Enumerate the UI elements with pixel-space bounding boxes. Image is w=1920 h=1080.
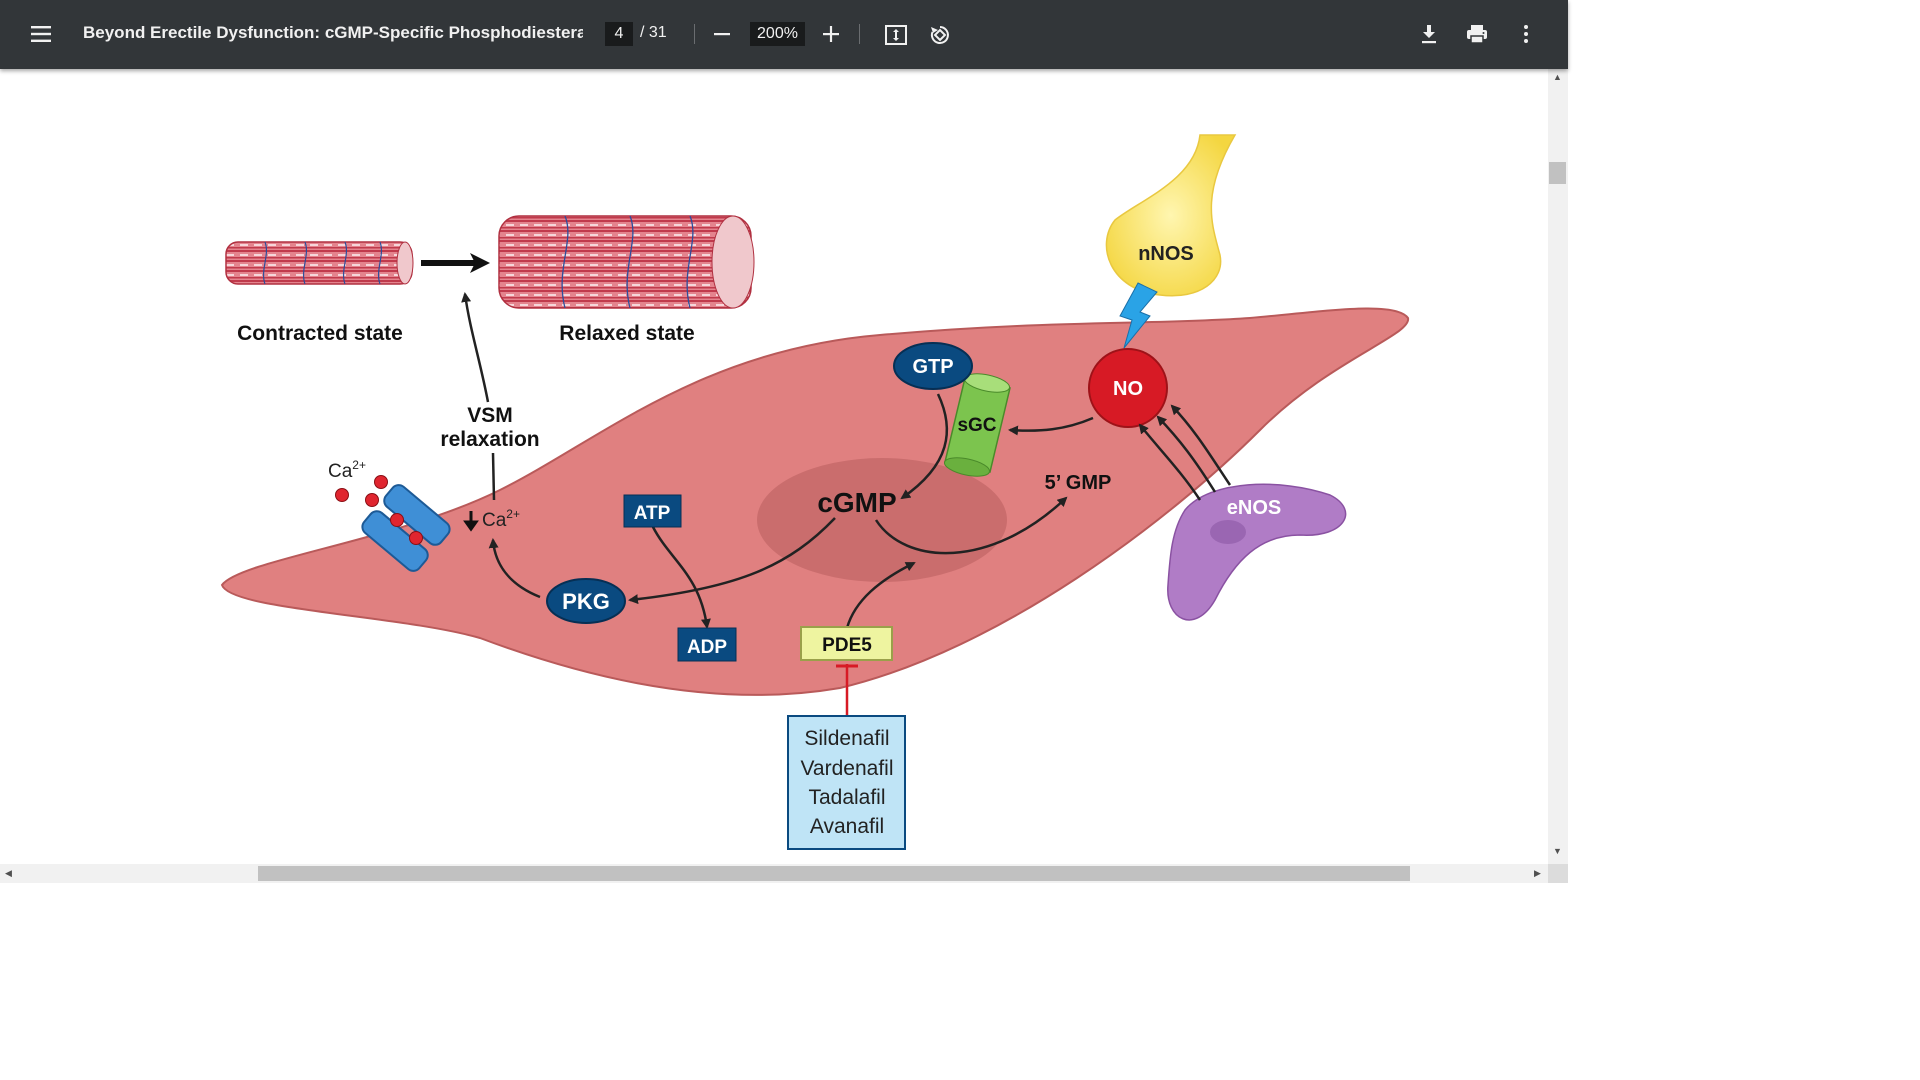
page-total: / 31 <box>640 24 667 41</box>
calcium-ion <box>335 488 349 502</box>
drug-vardenafil: Vardenafil <box>800 757 893 780</box>
toolbar-divider <box>694 24 695 44</box>
drug-tadalafil: Tadalafil <box>808 786 885 809</box>
minus-icon[interactable] <box>710 22 734 46</box>
scroll-left-arrow-icon[interactable]: ◀ <box>5 869 12 878</box>
5-gmp-label: 5’ GMP <box>1045 472 1112 494</box>
toolbar-divider <box>859 24 860 44</box>
scroll-up-arrow-icon[interactable]: ▲ <box>1553 73 1562 82</box>
print-icon[interactable] <box>1464 21 1490 47</box>
nnos-neuron-terminal <box>1105 134 1237 297</box>
gtp-label: GTP <box>912 356 953 378</box>
vsm-label-line1: VSM <box>467 404 513 427</box>
adp-label: ADP <box>687 637 727 658</box>
scrollbar-corner <box>1548 864 1568 883</box>
pkg-label: PKG <box>562 589 610 614</box>
scroll-down-arrow-icon[interactable]: ▼ <box>1553 847 1562 856</box>
cgmp-label: cGMP <box>817 487 896 518</box>
calcium-ion <box>409 531 423 545</box>
ca-outside-label: Ca2+ <box>328 458 366 482</box>
cell-nucleus <box>757 458 1007 582</box>
drug-avanafil: Avanafil <box>810 815 884 838</box>
pde5-label: PDE5 <box>822 635 872 656</box>
vertical-scrollbar[interactable] <box>1548 69 1568 864</box>
pathway-figure: Contracted state Relaxed state VSM relax… <box>220 134 1410 850</box>
download-icon[interactable] <box>1416 21 1442 47</box>
pdf-page-viewport[interactable]: Contracted state Relaxed state VSM relax… <box>0 69 1548 864</box>
enos-nucleus <box>1210 520 1246 544</box>
sgc-label: sGC <box>957 415 996 436</box>
fit-to-page-icon[interactable] <box>883 22 909 48</box>
rotate-icon[interactable] <box>927 22 953 48</box>
hamburger-menu-icon[interactable] <box>28 21 54 47</box>
relaxed-state-label: Relaxed state <box>559 322 694 345</box>
atp-label: ATP <box>634 503 671 524</box>
plus-icon[interactable] <box>819 22 843 46</box>
contracted-state-label: Contracted state <box>237 322 403 345</box>
page-number-input[interactable]: 4 <box>605 22 633 46</box>
document-title: Beyond Erectile Dysfunction: cGMP-Specif… <box>83 23 583 42</box>
calcium-ion <box>374 475 388 489</box>
enos-label: eNOS <box>1227 497 1281 519</box>
drug-sildenafil: Sildenafil <box>804 727 889 750</box>
nnos-label: nNOS <box>1138 243 1194 265</box>
pdf-toolbar: Beyond Erectile Dysfunction: cGMP-Specif… <box>0 0 1568 69</box>
no-label: NO <box>1113 378 1143 400</box>
scroll-right-arrow-icon[interactable]: ▶ <box>1534 869 1541 878</box>
more-vertical-icon[interactable] <box>1513 21 1539 47</box>
vertical-scrollbar-thumb[interactable] <box>1549 162 1566 184</box>
calcium-ion <box>390 513 404 527</box>
relaxed-fiber-image <box>498 215 755 309</box>
contracted-fiber-image <box>225 241 414 285</box>
calcium-ion <box>365 493 379 507</box>
horizontal-scrollbar-thumb[interactable] <box>258 866 1410 881</box>
vsm-label-line2: relaxation <box>440 428 539 451</box>
zoom-level-input[interactable]: 200% <box>750 22 805 46</box>
